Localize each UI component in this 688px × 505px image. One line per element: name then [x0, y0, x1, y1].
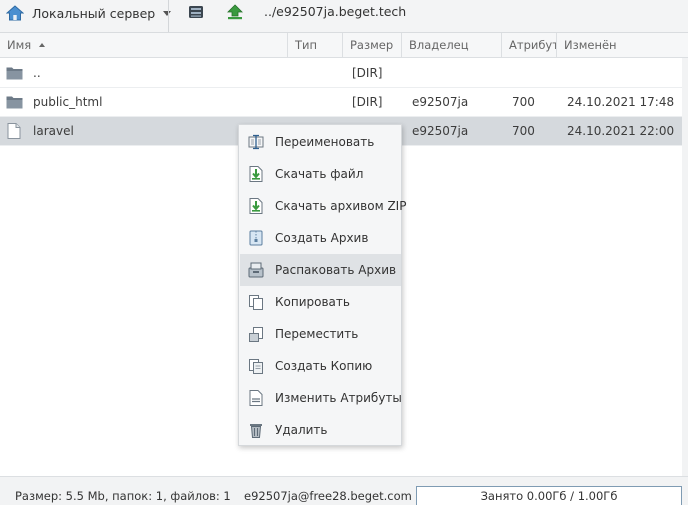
file-name: ..	[33, 66, 41, 80]
menu-item-duplicate[interactable]: Создать Копию	[240, 350, 401, 382]
menu-item-create-archive[interactable]: Создать Архив	[240, 222, 401, 254]
move-icon	[249, 327, 263, 342]
menu-label: Создать Архив	[275, 231, 369, 245]
copy-icon	[249, 295, 263, 310]
column-header-modified[interactable]: Изменён	[556, 33, 688, 58]
status-bar: Размер: 5.5 Mb, папок: 1, файлов: 1 e925…	[0, 476, 688, 505]
menu-label: Переместить	[275, 327, 359, 341]
attributes-icon	[249, 390, 263, 406]
column-header-size[interactable]: Размер	[342, 33, 401, 58]
menu-label: Скачать файл	[275, 167, 364, 181]
menu-item-download-zip[interactable]: Скачать архивом ZIP	[240, 190, 406, 222]
column-header-type[interactable]: Тип	[287, 33, 342, 58]
menu-label: Изменить Атрибуты	[275, 391, 402, 405]
duplicate-icon	[249, 359, 263, 374]
create-archive-icon	[249, 230, 263, 246]
folder-icon	[6, 96, 23, 109]
drive-button[interactable]	[186, 2, 206, 22]
file-row-public-html[interactable]: public_html [DIR] e92507ja 700 24.10.202…	[0, 88, 682, 117]
menu-label: Переименовать	[275, 135, 375, 149]
file-modified: 24.10.2021 17:48:04	[567, 95, 675, 109]
menu-label: Скачать архивом ZIP	[275, 199, 407, 213]
file-modified: 24.10.2021 22:00:15	[567, 124, 675, 138]
file-name: public_html	[33, 95, 103, 109]
column-label-name: Имя	[7, 38, 32, 52]
server-label: Локальный сервер	[32, 5, 156, 21]
vertical-scrollbar[interactable]	[682, 58, 688, 476]
toolbar: Локальный сервер ../e92507ja.beget.tech	[0, 0, 688, 33]
column-label-attributes: Атрибуты	[509, 38, 556, 52]
column-label-type: Тип	[295, 38, 318, 52]
menu-item-extract-archive[interactable]: Распаковать Архив	[240, 254, 401, 286]
column-label-modified: Изменён	[564, 38, 617, 52]
toolbar-divider	[168, 0, 169, 32]
file-size: [DIR]	[352, 66, 383, 80]
file-list-header: Имя Тип Размер Владелец Атрибуты Изменён	[0, 33, 688, 58]
menu-item-rename[interactable]: Переименовать	[240, 126, 401, 158]
drive-icon	[189, 6, 203, 18]
column-header-name[interactable]: Имя	[0, 33, 287, 58]
column-header-owner[interactable]: Владелец	[401, 33, 501, 58]
file-attributes: 700	[512, 124, 535, 138]
menu-label: Удалить	[275, 423, 328, 437]
file-attributes: 700	[512, 95, 535, 109]
menu-label: Копировать	[275, 295, 350, 309]
menu-label: Распаковать Архив	[275, 263, 397, 277]
download-zip-icon	[249, 198, 263, 214]
extract-archive-icon	[248, 262, 264, 278]
quota-bar: Занято 0.00Гб / 1.00Гб	[416, 486, 682, 505]
file-size: [DIR]	[352, 95, 383, 109]
home-icon	[6, 5, 24, 21]
server-selector[interactable]: Локальный сервер	[6, 2, 172, 24]
context-menu: Переименовать Скачать файл Скачать архив…	[238, 124, 406, 446]
sort-ascending-icon	[39, 42, 46, 47]
column-label-owner: Владелец	[409, 38, 469, 52]
status-account: e92507ja@free28.beget.com	[244, 489, 412, 503]
column-header-attributes[interactable]: Атрибуты	[501, 33, 556, 58]
file-owner: e92507ja	[412, 124, 469, 138]
download-file-icon	[249, 166, 263, 182]
menu-item-copy[interactable]: Копировать	[240, 286, 401, 318]
trash-icon	[250, 424, 262, 438]
folder-icon	[6, 67, 23, 80]
rename-icon	[248, 134, 264, 150]
upload-button[interactable]	[225, 2, 245, 22]
upload-icon	[227, 4, 243, 20]
file-row-parent[interactable]: .. [DIR]	[0, 59, 682, 88]
current-path: ../e92507ja.beget.tech	[264, 4, 407, 19]
menu-item-attributes[interactable]: Изменить Атрибуты	[240, 382, 402, 414]
menu-label: Создать Копию	[275, 359, 373, 373]
file-name: laravel	[33, 124, 74, 138]
column-label-size: Размер	[350, 38, 394, 52]
menu-item-delete[interactable]: Удалить	[240, 414, 401, 446]
menu-item-download-file[interactable]: Скачать файл	[240, 158, 401, 190]
menu-item-move[interactable]: Переместить	[240, 318, 401, 350]
file-icon	[7, 123, 21, 139]
quota-text: Занято 0.00Гб / 1.00Гб	[480, 489, 618, 503]
status-summary: Размер: 5.5 Mb, папок: 1, файлов: 1	[15, 489, 231, 503]
file-owner: e92507ja	[412, 95, 469, 109]
